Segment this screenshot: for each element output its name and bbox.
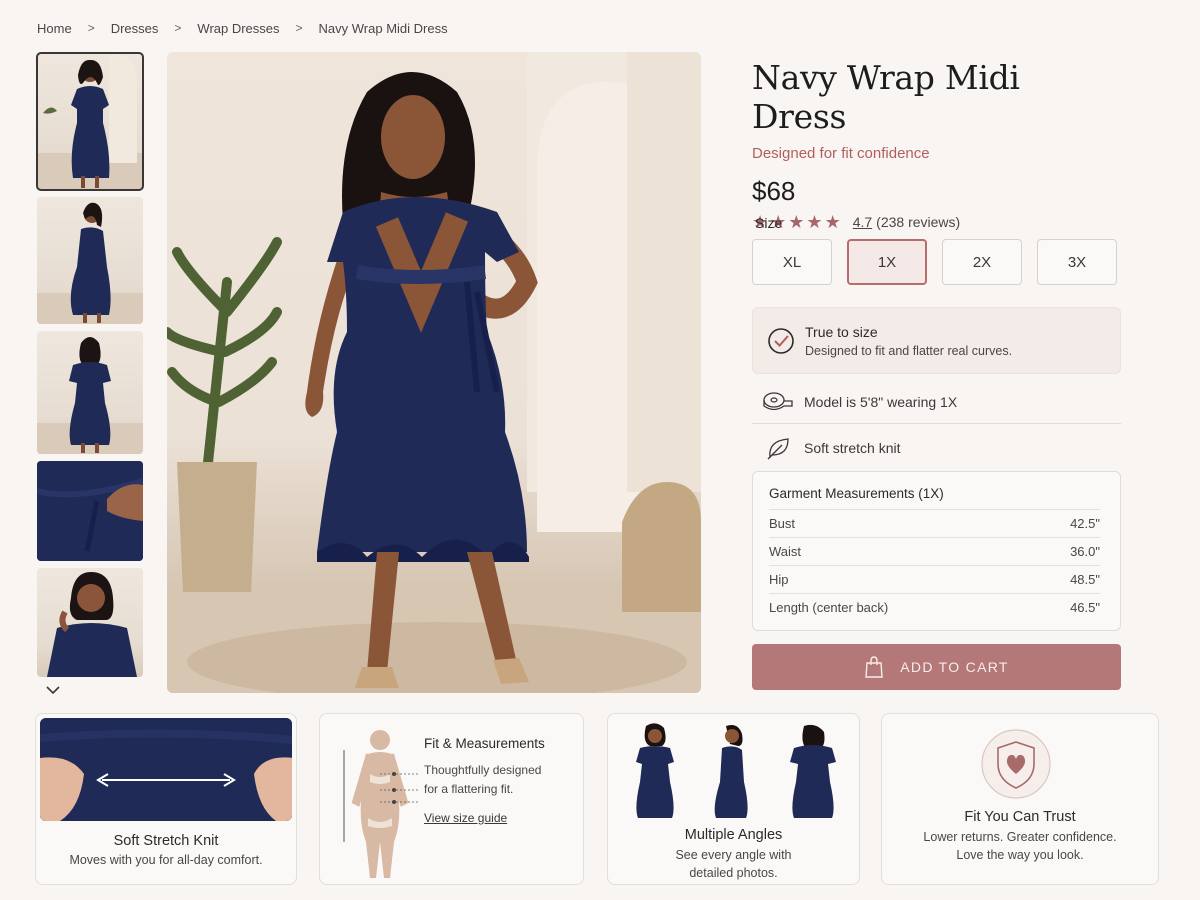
breadcrumb-separator: > [174,21,182,35]
measurement-name: Hip [769,572,789,587]
feature-card-angles: Multiple Angles See every angle with det… [607,713,860,885]
breadcrumb: Home > Dresses > Wrap Dresses > Navy Wra… [37,19,448,37]
measurement-row: Waist 36.0" [769,537,1100,565]
thumbnail-front[interactable] [36,52,144,191]
measurement-value: 46.5" [1070,600,1100,615]
fit-note-text: Designed to fit and flatter real curves. [805,343,1013,358]
measurement-name: Length (center back) [769,600,889,615]
model-info-text: Model is 5'8" wearing 1X [804,393,958,410]
breadcrumb-current: Navy Wrap Midi Dress [318,20,448,36]
feature-card-stretch: Soft Stretch Knit Moves with you for all… [35,713,297,885]
measurement-value: 36.0" [1070,544,1100,559]
measurement-name: Waist [769,544,802,559]
thumbnail-closeup[interactable] [37,568,143,677]
measuring-tape-icon [763,391,793,410]
feature-card-trust: Fit You Can Trust Lower returns. Greater… [881,713,1159,885]
card-text-line: for a flattering fit. [424,782,514,796]
size-option-2x[interactable]: 2X [942,239,1022,285]
size-option-3x[interactable]: 3X [1037,239,1117,285]
measurement-row: Bust 42.5" [769,509,1100,537]
body-measure-illustration [343,730,418,878]
fit-note: True to size Designed to fit and flatter… [752,307,1121,374]
check-circle-icon [768,327,794,354]
measurement-value: 48.5" [1070,572,1100,587]
card-text: Lower returns. Greater confidence. Love … [882,828,1158,864]
product-rating: ★ ★ ★ ★ ★ 4.7 (238 reviews) [752,213,1122,231]
card-text-line: detailed photos. [689,866,778,880]
breadcrumb-separator: > [87,21,95,35]
measurement-row: Hip 48.5" [769,565,1100,593]
breadcrumb-dresses[interactable]: Dresses [111,21,159,36]
thumbnail-side[interactable] [37,197,143,324]
card-text-line: Love the way you look. [956,848,1084,862]
breadcrumb-separator: > [295,21,303,35]
star-icon: ★ [806,212,823,232]
add-to-cart-label: ADD TO CART [900,659,1009,675]
heart-shield-icon [981,729,1051,799]
stretch-image [40,718,292,821]
card-title: Soft Stretch Knit [113,833,219,849]
thumbnail-detail[interactable] [37,461,143,561]
feature-card-fit: Fit & Measurements Thoughtfully designed… [319,713,584,885]
measurement-value: 42.5" [1070,516,1100,531]
card-title: Fit You Can Trust [964,809,1076,825]
garment-measurements: Garment Measurements (1X) Bust 42.5" Wai… [752,471,1121,631]
product-price: $68 [752,176,796,206]
product-info: Navy Wrap Midi Dress Designed for fit co… [752,58,1122,231]
chevron-down-icon[interactable] [45,683,61,697]
card-title: Multiple Angles [684,827,783,843]
product-title: Navy Wrap Midi Dress [752,58,1020,136]
star-icon: ★ [824,212,841,232]
thumbnail-strip [36,52,144,684]
size-selector: XL 1X 2X 3X [752,239,1117,285]
size-option-xl[interactable]: XL [752,239,832,285]
size-label: Size [755,215,783,231]
fabric-info-text: Soft stretch knit [804,440,901,456]
measurements-title: Garment Measurements (1X) [769,486,944,501]
breadcrumb-wrap-dresses[interactable]: Wrap Dresses [197,21,279,36]
measurement-row: Length (center back) 46.5" [769,593,1100,621]
main-product-image[interactable] [167,52,701,693]
fit-note-title: True to size [805,323,878,340]
card-text: Thoughtfully designed for a flattering f… [424,761,545,799]
star-icon: ★ [788,212,805,232]
card-text: See every angle with detailed photos. [608,846,859,882]
rating-value[interactable]: 4.7 [853,214,872,230]
card-text-line: See every angle with [675,848,792,862]
fabric-info: Soft stretch knit [752,426,1121,470]
leaf-icon [767,438,789,460]
size-guide-link[interactable]: View size guide [424,811,545,825]
card-title: Fit & Measurements [424,736,545,751]
card-text-line: Thoughtfully designed [424,763,542,777]
product-subtitle: Designed for fit confidence [752,145,930,162]
measurement-name: Bust [769,516,796,531]
model-info: Model is 5'8" wearing 1X [752,380,1121,424]
breadcrumb-home[interactable]: Home [37,21,72,36]
size-option-1x[interactable]: 1X [847,239,927,285]
card-text-line: Lower returns. Greater confidence. [923,830,1117,844]
add-to-cart-button[interactable]: ADD TO CART [752,644,1121,690]
card-text: Moves with you for all-day comfort. [69,853,263,867]
shopping-bag-icon [865,656,884,678]
thumbnail-back[interactable] [37,331,143,454]
angles-illustration [636,723,836,818]
review-count[interactable]: (238 reviews) [876,214,960,230]
